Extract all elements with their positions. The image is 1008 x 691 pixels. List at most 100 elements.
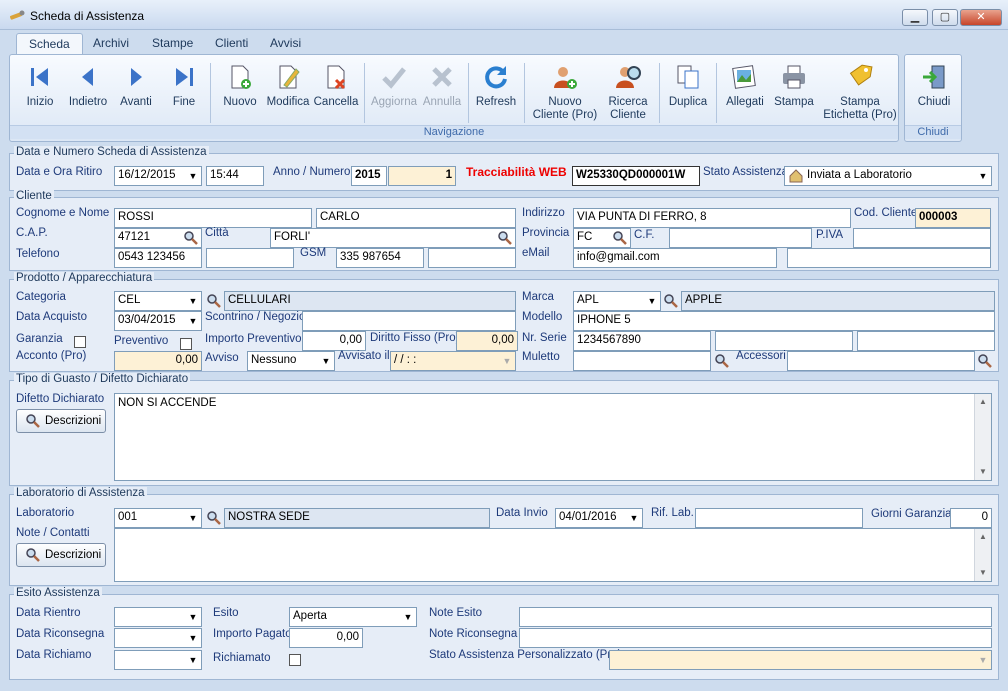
cod-cliente-field[interactable]: 000003 [915, 208, 991, 228]
tab-scheda[interactable]: Scheda [16, 33, 83, 54]
giorni-garanzia-label: Giorni Garanzia [871, 508, 952, 520]
nr-serie-field[interactable]: 1234567890 [573, 331, 711, 351]
nuovo-cliente-label-1: Nuovo [548, 96, 582, 108]
stampa-etichetta-label-2: Etichetta (Pro) [823, 109, 897, 121]
scroll-down-icon[interactable]: ▼ [975, 464, 991, 480]
scroll-up-icon[interactable]: ▲ [975, 529, 991, 545]
maximize-button[interactable]: ▢ [932, 9, 958, 26]
ora-ritiro-field[interactable]: 15:44 [206, 166, 264, 186]
ricerca-cliente-button[interactable]: Ricerca Cliente [600, 61, 656, 125]
scrollbar[interactable]: ▲ ▼ [974, 529, 991, 581]
chiudi-button[interactable]: Chiudi [906, 61, 962, 125]
refresh-button[interactable]: Refresh [468, 61, 524, 125]
diritto-fisso-field[interactable]: 0,00 [456, 331, 518, 351]
close-window-button[interactable]: ✕ [960, 9, 1002, 26]
cf-label: C.F. [634, 229, 655, 241]
minimize-button[interactable]: ▁ [902, 9, 928, 26]
nr-serie2-field[interactable] [715, 331, 853, 351]
accessori-field[interactable] [787, 351, 975, 371]
telefono2-field[interactable] [206, 248, 294, 268]
data-acquisto-field[interactable]: 03/04/2015 ▼ [114, 311, 202, 331]
search-icon[interactable] [183, 230, 199, 246]
difetto-textarea[interactable]: NON SI ACCENDE ▲ ▼ [114, 393, 992, 481]
scroll-up-icon[interactable]: ▲ [975, 394, 991, 410]
nuovo-cliente-button[interactable]: Nuovo Cliente (Pro) [530, 61, 600, 125]
diritto-fisso-label: Diritto Fisso (Pro) [370, 332, 460, 344]
search-icon[interactable] [612, 230, 628, 246]
scroll-down-icon[interactable]: ▼ [975, 565, 991, 581]
search-icon[interactable] [714, 353, 730, 369]
scrollbar[interactable]: ▲ ▼ [974, 394, 991, 480]
categoria-select[interactable]: CEL ▼ [114, 291, 202, 311]
richiamato-checkbox[interactable] [289, 654, 301, 666]
data-richiamo-field[interactable]: ▼ [114, 650, 202, 670]
tab-stampe[interactable]: Stampe [140, 33, 205, 54]
descrizioni-button[interactable]: Descrizioni [16, 409, 106, 433]
data-rientro-field[interactable]: ▼ [114, 607, 202, 627]
avvisato-field[interactable]: / / : : ▼ [390, 351, 516, 371]
gsm-field[interactable]: 335 987654 [336, 248, 424, 268]
muletto-field[interactable] [573, 351, 711, 371]
search-icon[interactable] [497, 230, 513, 246]
duplica-button[interactable]: Duplica [660, 61, 716, 125]
chevron-down-icon: ▼ [502, 356, 512, 366]
note-esito-field[interactable] [519, 607, 992, 627]
search-icon[interactable] [206, 510, 222, 526]
data-riconsegna-field[interactable]: ▼ [114, 628, 202, 648]
tab-archivi[interactable]: Archivi [81, 33, 141, 54]
importo-preventivo-field[interactable]: 0,00 [302, 331, 366, 351]
allegati-button[interactable]: Allegati [717, 61, 773, 125]
garanzia-checkbox[interactable] [74, 336, 86, 348]
section-guasto: Tipo di Guasto / Difetto Dichiarato Dife… [9, 373, 999, 486]
rif-lab-field[interactable] [695, 508, 863, 528]
chevron-down-icon: ▼ [188, 316, 198, 326]
search-icon[interactable] [977, 353, 993, 369]
acconto-field[interactable]: 0,00 [114, 351, 202, 371]
marca-select[interactable]: APL ▼ [573, 291, 661, 311]
stato-assistenza-select[interactable]: Inviata a Laboratorio ▼ [784, 166, 992, 186]
importo-preventivo-label: Importo Preventivo [205, 333, 302, 345]
nr-serie3-field[interactable] [857, 331, 995, 351]
gsm2-field[interactable] [428, 248, 516, 268]
modello-field[interactable]: IPHONE 5 [573, 311, 995, 331]
fine-button[interactable]: Fine [156, 61, 212, 125]
search-icon[interactable] [663, 293, 679, 309]
stampa-button[interactable]: Stampa [766, 61, 822, 125]
descrizioni-lab-button[interactable]: Descrizioni [16, 543, 106, 567]
indirizzo-field[interactable]: VIA PUNTA DI FERRO, 8 [573, 208, 851, 228]
piva-field[interactable] [853, 228, 991, 248]
email2-field[interactable] [787, 248, 991, 268]
anno-field[interactable]: 2015 [351, 166, 387, 186]
cancella-button[interactable]: Cancella [308, 61, 364, 125]
categoria-desc: CELLULARI [224, 291, 516, 311]
note-riconsegna-field[interactable] [519, 628, 992, 648]
stato-personalizzato-select[interactable]: ▼ [609, 650, 992, 670]
note-contatti-textarea[interactable]: ▲ ▼ [114, 528, 992, 582]
tab-clienti[interactable]: Clienti [203, 33, 260, 54]
home-icon [789, 169, 803, 183]
numero-field[interactable]: 1 [388, 166, 456, 186]
tab-avvisi[interactable]: Avvisi [258, 33, 313, 54]
telefono-field[interactable]: 0543 123456 [114, 248, 202, 268]
scontrino-field[interactable] [302, 311, 516, 331]
laboratorio-select[interactable]: 001 ▼ [114, 508, 202, 528]
cap-field[interactable]: 47121 [114, 228, 202, 248]
preventivo-checkbox[interactable] [180, 338, 192, 350]
avviso-select[interactable]: Nessuno ▼ [247, 351, 335, 371]
data-richiamo-label: Data Richiamo [16, 649, 92, 661]
delete-icon [327, 65, 346, 90]
cognome-field[interactable]: ROSSI [114, 208, 312, 228]
citta-field[interactable]: FORLI' [270, 228, 516, 248]
stampa-etichetta-button[interactable]: Stampa Etichetta (Pro) [818, 61, 902, 125]
search-icon[interactable] [206, 293, 222, 309]
nome-field[interactable]: CARLO [316, 208, 516, 228]
data-invio-field[interactable]: 04/01/2016 ▼ [555, 508, 643, 528]
giorni-garanzia-field[interactable]: 0 [950, 508, 992, 528]
importo-pagato-field[interactable]: 0,00 [289, 628, 363, 648]
cf-field[interactable] [669, 228, 812, 248]
email-field[interactable]: info@gmail.com [573, 248, 777, 268]
data-ritiro-field[interactable]: 16/12/2015 ▼ [114, 166, 202, 186]
provincia-field[interactable]: FC [573, 228, 631, 248]
annulla-button[interactable]: Annulla [414, 61, 470, 125]
esito-select[interactable]: Aperta ▼ [289, 607, 417, 627]
